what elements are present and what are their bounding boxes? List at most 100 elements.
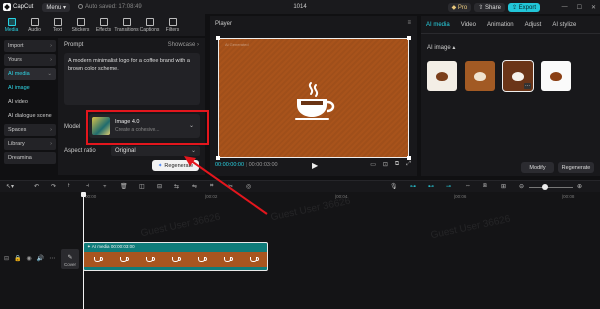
tab-ai-media[interactable]: AI media xyxy=(426,22,450,28)
zoom-in-icon[interactable]: ⊕ xyxy=(577,183,582,190)
microphone-icon[interactable]: 🎙 xyxy=(390,183,398,190)
tab-captions[interactable]: Captions xyxy=(138,14,161,36)
play-icon[interactable]: ▶ xyxy=(312,161,318,170)
fit-icon[interactable]: ▭ xyxy=(370,161,376,168)
fullscreen-icon[interactable]: ⤢ xyxy=(406,161,411,168)
preview-canvas[interactable]: Ai Generated xyxy=(216,36,411,160)
audio-icon[interactable]: 🔊 xyxy=(37,255,44,262)
more-icon[interactable]: ··· xyxy=(524,83,531,89)
resize-handle[interactable] xyxy=(407,156,411,160)
tab-stickers[interactable]: Stickers xyxy=(69,14,92,36)
resize-handle[interactable] xyxy=(216,156,220,160)
showcase-link[interactable]: Showcase › xyxy=(168,42,199,48)
generated-image-4[interactable] xyxy=(541,61,571,91)
aspect-ratio-label: Aspect ratio xyxy=(64,148,96,154)
split-icon[interactable]: ⟊ xyxy=(68,183,70,190)
menu-icon[interactable]: ≡ xyxy=(407,20,411,26)
ai-image-section[interactable]: AI image ▴ xyxy=(427,44,455,51)
sidebar-item-ai-image[interactable]: AI image xyxy=(4,82,56,94)
more-icon[interactable]: ⋯ xyxy=(49,255,55,262)
generated-image-2[interactable] xyxy=(465,61,495,91)
export-button[interactable]: ⇪ Export xyxy=(507,2,540,12)
sidebar-item-spaces[interactable]: Spaces › xyxy=(4,124,56,136)
screenshot-icon[interactable]: ⧉ xyxy=(395,161,399,168)
sidebar-item-ai-media[interactable]: AI media ⌄ xyxy=(4,68,56,80)
tab-text[interactable]: Text xyxy=(46,14,69,36)
prompt-input[interactable]: A modern minimalist logo for a coffee br… xyxy=(64,53,200,105)
preview-axis-icon[interactable]: ⇔ xyxy=(465,183,471,189)
select-tool-icon[interactable]: ↖▾ xyxy=(6,183,14,190)
sidebar-item-ai-video[interactable]: AI video xyxy=(4,96,56,108)
text-icon xyxy=(53,17,62,26)
resize-handle[interactable] xyxy=(216,36,220,40)
canvas-watermark: Ai Generated xyxy=(225,42,249,47)
sidebar-item-ai-dialogue-scene[interactable]: AI dialogue scene xyxy=(4,110,56,122)
tab-effects[interactable]: Effects xyxy=(92,14,115,36)
sidebar-item-label: Import xyxy=(8,43,24,49)
mask-icon[interactable]: ◫ xyxy=(139,183,145,190)
ai-edit-icon[interactable]: ✂ xyxy=(228,183,233,190)
regenerate-button[interactable]: ✦ Regenerate xyxy=(152,160,199,171)
zoom-out-icon[interactable]: ⊖ xyxy=(519,183,524,190)
sidebar-item-yours[interactable]: Yours › xyxy=(4,54,56,66)
freeze-icon[interactable]: ⊟ xyxy=(157,183,162,190)
zoom-fit-icon[interactable]: ⊞ xyxy=(501,183,506,190)
modify-button[interactable]: Modify xyxy=(521,162,554,173)
ratio-icon[interactable]: ⊡ xyxy=(383,161,388,168)
zoom-slider[interactable] xyxy=(529,187,573,188)
chevron-right-icon: › xyxy=(50,141,52,147)
share-button[interactable]: ⇧ Share xyxy=(474,2,505,12)
mirror-icon[interactable]: ⇋ xyxy=(192,183,197,190)
edit-icon: ✎ xyxy=(67,255,73,261)
redo-icon[interactable]: ↷ xyxy=(51,183,56,190)
magnet-icon[interactable]: ⊷ xyxy=(428,183,434,190)
split-left-icon[interactable]: ⫞ xyxy=(86,183,89,190)
coffee-cup-icon xyxy=(224,257,234,262)
tab-transitions[interactable]: Transitions xyxy=(114,14,139,36)
sidebar-item-library[interactable]: Library › xyxy=(4,138,56,150)
delete-icon[interactable]: 🗑 xyxy=(120,183,128,190)
sidebar-item-label: AI video xyxy=(8,99,28,105)
tab-audio[interactable]: Audio xyxy=(23,14,46,36)
track-controls: ⊟ 🔒 ◉ 🔊 ⋯ xyxy=(4,255,55,262)
resize-handle[interactable] xyxy=(407,36,411,40)
coffee-cup-icon xyxy=(250,257,260,262)
pro-button[interactable]: ◆ Pro xyxy=(447,2,472,12)
tab-video[interactable]: Video xyxy=(461,22,476,28)
menu-button[interactable]: Menu ▾ xyxy=(42,2,71,12)
crop-icon[interactable]: ⌗ xyxy=(210,183,213,190)
regenerate-ai-button[interactable]: Regenerate xyxy=(558,162,594,173)
undo-icon[interactable]: ↶ xyxy=(34,183,39,190)
ruler-tick: 00:00 xyxy=(85,194,97,199)
cover-button[interactable]: ✎ Cover xyxy=(61,249,79,269)
playhead[interactable] xyxy=(81,192,86,309)
link-icon[interactable]: ⊶ xyxy=(410,183,416,190)
snap-icon[interactable]: ⊸ xyxy=(446,183,451,190)
video-clip[interactable]: ✦ AI media 00:00:03:00 xyxy=(83,242,268,271)
aspect-ratio-select[interactable]: Original ⌄ xyxy=(111,146,200,156)
track-icon[interactable]: ⊟ xyxy=(4,255,9,262)
tab-media[interactable]: Media xyxy=(0,14,23,36)
tab-adjust[interactable]: Adjust xyxy=(525,22,542,28)
maximize-icon[interactable]: ☐ xyxy=(577,4,582,11)
coffee-cup-icon xyxy=(295,82,335,120)
reverse-icon[interactable]: ⇆ xyxy=(174,183,179,190)
minimize-icon[interactable]: — xyxy=(562,4,568,11)
close-icon[interactable]: ✕ xyxy=(591,4,596,11)
tab-label: Audio xyxy=(28,26,41,33)
zoom-slider-handle[interactable] xyxy=(542,184,548,190)
generated-image-1[interactable] xyxy=(427,61,457,91)
speed-icon[interactable]: ◎ xyxy=(246,183,251,190)
split-screen-icon[interactable]: ⧈ xyxy=(483,183,487,190)
current-time: 00:00:00:00 xyxy=(215,162,245,168)
sidebar-item-dreamina[interactable]: Dreamina xyxy=(4,152,56,164)
ruler-tick: |00:02 xyxy=(205,194,218,199)
split-right-icon[interactable]: ⫟ xyxy=(103,183,107,190)
tab-animation[interactable]: Animation xyxy=(487,22,514,28)
generated-image-3[interactable]: ··· xyxy=(502,60,534,92)
sidebar-item-import[interactable]: Import › xyxy=(4,40,56,52)
tab-filters[interactable]: Filters xyxy=(161,14,184,36)
visibility-icon[interactable]: ◉ xyxy=(27,255,32,262)
tab-ai-stylize[interactable]: AI stylize xyxy=(552,22,576,28)
lock-icon[interactable]: 🔒 xyxy=(14,255,21,262)
